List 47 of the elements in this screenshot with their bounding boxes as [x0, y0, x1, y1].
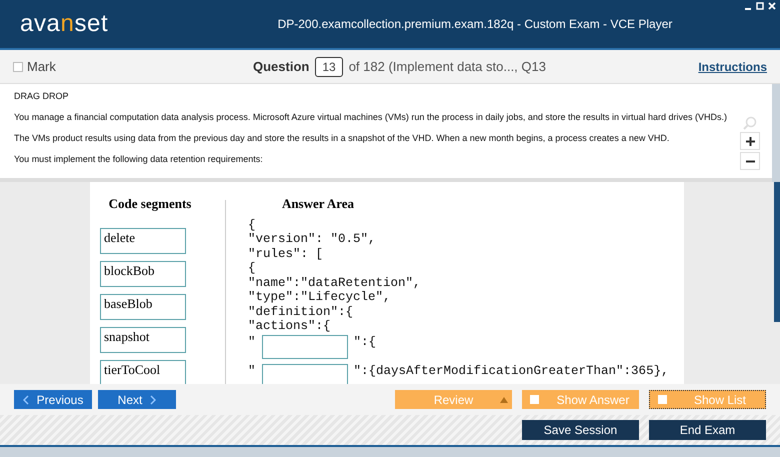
checkbox[interactable]: [530, 395, 539, 404]
previous-button[interactable]: Previous: [14, 390, 92, 409]
question-label: Question: [253, 58, 310, 76]
code-line: "name":"dataRetention",: [248, 276, 421, 290]
end-exam-button[interactable]: End Exam: [649, 420, 766, 440]
code-line: "version": "0.5",: [248, 232, 376, 246]
maximize-icon[interactable]: [756, 2, 764, 10]
code-text: ":{: [354, 334, 376, 349]
question-text: The VMs product results using data from the previous day and store the results in a snapshot of the VHD. When a new month begins, a process creates a new VHD.: [14, 132, 670, 144]
column-heading: Code segments: [108, 195, 192, 213]
code-line: "definition":{: [248, 304, 354, 319]
zoom-out-button[interactable]: [740, 152, 760, 170]
scrollbar-thumb[interactable]: [774, 182, 780, 322]
column-heading: Answer Area: [280, 195, 356, 213]
code-segment[interactable]: delete: [100, 228, 186, 254]
code-line: {: [248, 218, 256, 232]
code-line: {: [248, 261, 256, 276]
window-title: DP-200.examcollection.premium.exam.182q - Custom Exam - VCE Player: [276, 16, 674, 33]
question-info: of 182 (Implement data sto..., Q13: [348, 58, 546, 76]
answer-slot[interactable]: [262, 334, 348, 358]
code-segment[interactable]: snapshot: [100, 326, 186, 352]
code-segment[interactable]: blockBob: [100, 260, 186, 286]
question-text: You manage a financial computation data analysis process. Microsoft Azure virtual machines (VMs) run the process in daily jobs, and store the results in virtual hard drives (VHDs.): [14, 111, 728, 123]
instructions-link[interactable]: Instructions: [698, 58, 767, 76]
search-icon: [743, 116, 757, 130]
save-session-button[interactable]: Save Session: [522, 420, 639, 440]
chevron-right-icon: [150, 394, 156, 404]
logo: avanset: [19, 9, 110, 39]
question-text: You must implement the following data retention requirements:: [14, 153, 264, 165]
code-segment[interactable]: baseBlob: [100, 294, 186, 320]
code-text: ": [248, 364, 256, 378]
zoom-in-button[interactable]: [740, 132, 760, 150]
code-line: "type":"Lifecycle",: [248, 290, 391, 304]
question-text: DRAG DROP: [14, 90, 70, 102]
code-line: "rules": [: [248, 246, 324, 261]
triangle-icon: [500, 396, 508, 402]
code-text: ": [248, 334, 256, 349]
code-line: "actions":{: [248, 319, 331, 334]
mark-checkbox[interactable]: Mark: [13, 56, 253, 76]
checkbox[interactable]: [13, 62, 23, 72]
checkbox[interactable]: [658, 395, 667, 404]
close-icon[interactable]: [768, 2, 776, 10]
next-button[interactable]: Next: [98, 390, 176, 409]
code-text: ":{daysAfterModificationGreaterThan":365},: [354, 364, 669, 378]
chevron-left-icon: [22, 394, 29, 404]
plus-icon: [746, 136, 754, 146]
question-number-field[interactable]: 13: [315, 56, 343, 76]
